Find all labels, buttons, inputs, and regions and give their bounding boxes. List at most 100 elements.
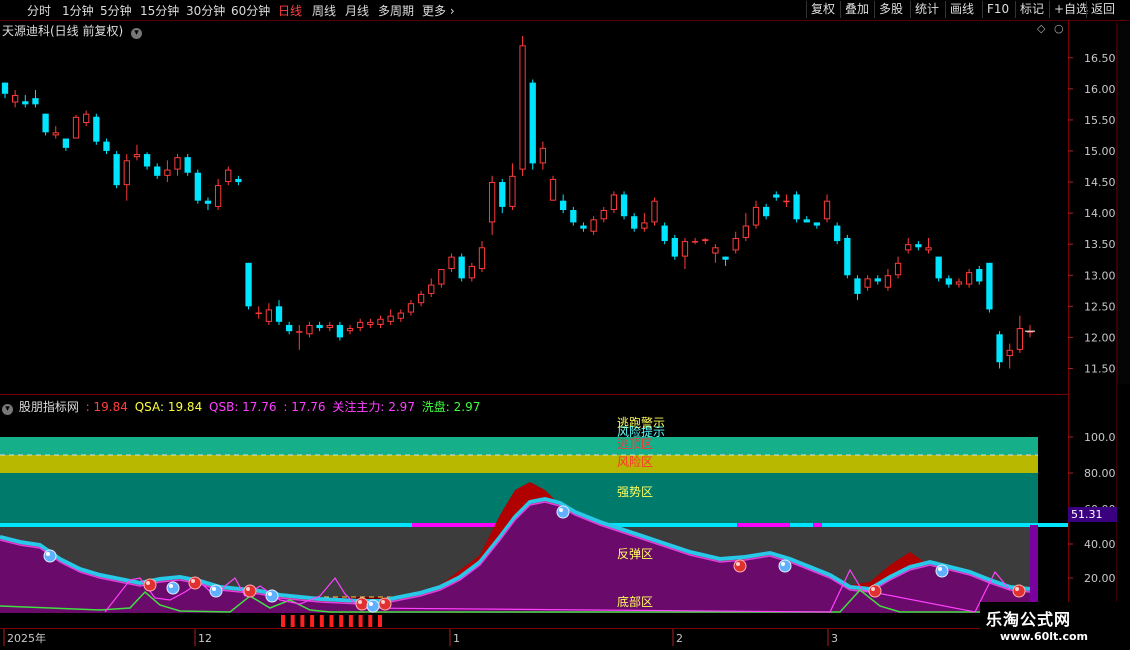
candle-body-50 [509,175,516,207]
bottom-signal-bar-7 [348,615,353,627]
candle-body-87 [884,275,892,288]
stock-title: 天源迪科(日线 前复权) [2,24,124,38]
candle-body-33 [336,324,344,338]
candle-body-83 [844,237,851,276]
ind-tick-label-0: 100.0 [1084,431,1116,444]
candle-body-71 [722,256,729,260]
buy-signal-ball-0 [43,549,57,563]
indicator-name[interactable]: 股朋指标网 [19,400,79,414]
sell-ball-shine-2 [246,587,250,591]
candle-body-95 [965,272,973,285]
sell-signal-ball-7 [1012,584,1026,598]
buy-ball-shine-4 [369,602,373,606]
more-icon[interactable]: ○ [1054,22,1064,35]
bottom-signal-bar-5 [329,615,334,627]
candle-body-2 [22,101,29,105]
candle-body-59 [600,210,607,220]
current-value: 51.31 [1071,508,1103,521]
buy-signal-ball-4 [366,599,380,613]
candle-body-68 [691,241,699,243]
candle-body-42 [428,284,435,294]
candle-body-43 [438,269,445,285]
candle-body-6 [62,138,70,148]
watermark-title: 乐淘公式网 [986,610,1072,629]
candle-body-40 [407,303,415,313]
zone-bottom: 底部区 [617,595,654,609]
candle-body-19 [194,172,201,201]
ind-tick-label-3: 40.00 [1084,538,1116,551]
candle-body-92 [935,256,942,279]
candle-body-10 [103,141,110,151]
candle-body-85 [864,278,871,288]
candle-body-73 [742,225,749,238]
candle-body-44 [448,256,455,270]
candle-body-96 [976,269,983,282]
candle-body-77 [783,200,790,203]
candle-body-47 [478,247,486,270]
title-dropdown-icon[interactable]: ▾ [131,28,143,39]
sell-ball-shine-4 [381,600,385,604]
bottom-signal-bar-9 [368,615,373,627]
candle-body-31 [316,324,323,329]
buy-signal-ball-1 [166,581,180,595]
candle-body-34 [346,328,354,332]
candle-body-69 [702,239,709,242]
candle-body-7 [72,116,80,139]
watermark-url: www.60lt.com [1000,630,1089,643]
candle-body-81 [823,200,831,220]
ind-tick-label-1: 80.00 [1084,467,1116,480]
zone-band-risk [0,455,1038,473]
price-tick-label-0: 16.50 [1084,52,1116,65]
sell-ball-shine-5 [736,562,740,566]
indicator-menu-icon[interactable]: ▾ [2,404,13,415]
buy-ball-shine-3 [268,592,272,596]
candle-body-30 [306,324,313,335]
candle-body-66 [671,237,678,257]
zone-band-top [0,437,1038,455]
candle-body-75 [762,206,770,217]
date-label-1: 12 [198,632,212,645]
candle-body-27 [275,306,283,322]
candle-body-23 [235,178,242,183]
price-tick-label-6: 13.50 [1084,238,1116,251]
ind-tick-label-4: 20.00 [1084,572,1116,585]
candle-body-79 [803,219,810,223]
candle-body-1 [12,95,19,103]
buy-signal-ball-6 [778,559,792,573]
date-label-4: 3 [831,632,838,645]
candle-body-11 [113,154,120,186]
chart-canvas: 16.50 16.00 15.50 15.00 14.50 14.00 13.50 13.00… [0,20,1130,650]
bottom-signal-bar-10 [378,615,382,627]
stock-title-bar: 天源迪科(日线 前复权) ▾ [2,22,143,39]
candle-body-90 [915,244,922,248]
layout-icon[interactable]: ◇ [1037,22,1045,35]
sell-ball-shine-6 [871,587,875,591]
candle-body-41 [417,293,425,304]
bottom-signal-bar-1 [290,615,295,627]
candle-body-51 [519,45,526,170]
indicator-title-bar: ▾ 股朋指标网 : 19.84 QSA: 19.84 QSB: 17.76 : … [2,398,480,415]
candle-body-45 [458,256,465,279]
candle-body-38 [387,315,394,322]
zone-strong: 强势区 [617,485,654,499]
candle-body-80 [813,222,821,226]
candle-body-28 [286,324,293,332]
price-tick-label-7: 13.00 [1084,269,1116,282]
side-panel-strip[interactable] [1117,24,1130,384]
candle-body-53 [539,147,547,164]
buy-ball-shine-2 [212,587,216,591]
sell-ball-shine-0 [146,581,150,585]
buy-signal-ball-5 [556,505,570,519]
bottom-signal-bar-3 [310,615,315,627]
sell-signal-ball-4 [378,597,392,611]
sell-signal-ball-2 [243,584,257,598]
ind-last-bar [1030,525,1038,613]
bottom-signal-bar-6 [339,615,344,627]
candle-body-76 [773,194,780,198]
candle-body-22 [225,169,232,183]
candle-body-20 [204,200,212,204]
candle-body-82 [834,225,841,242]
candle-body-48 [488,182,496,223]
candle-body-94 [955,281,963,285]
candle-body-72 [732,237,739,251]
